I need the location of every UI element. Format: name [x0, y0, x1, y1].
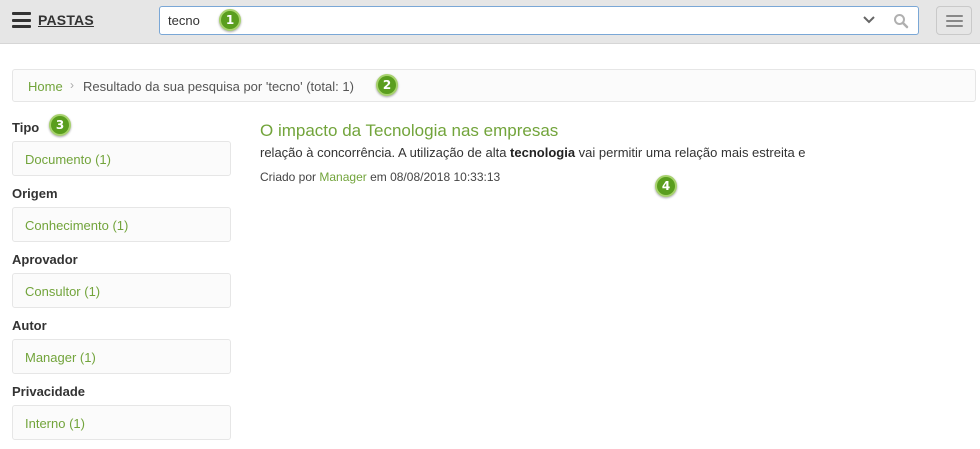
breadcrumb-current: Resultado da sua pesquisa por 'tecno' (t…	[83, 79, 354, 94]
chevron-down-icon[interactable]	[862, 14, 876, 26]
facet-link[interactable]: Documento (1)	[25, 152, 111, 167]
breadcrumb: Home › Resultado da sua pesquisa por 'te…	[12, 69, 976, 102]
facet-title-privacidade: Privacidade	[12, 384, 85, 399]
facet-link[interactable]: Consultor (1)	[25, 284, 100, 299]
snippet-text: relação à concorrência. A utilização de …	[260, 145, 511, 160]
facet-title-tipo: Tipo	[12, 120, 40, 135]
facet-item-interno[interactable]: Interno (1)	[12, 405, 231, 440]
snippet-text: vai permitir uma relação mais estreita e	[575, 145, 806, 160]
author-link[interactable]: Manager	[319, 170, 366, 184]
marker-badge: 3	[49, 114, 71, 136]
hamburger-button[interactable]	[936, 6, 972, 35]
marker-badge: 4	[655, 175, 677, 197]
breadcrumb-separator: ›	[70, 78, 74, 92]
brand-link[interactable]: PASTAS	[38, 12, 94, 28]
search-box[interactable]	[159, 6, 919, 35]
result-meta: Criado por Manager em 08/08/2018 10:33:1…	[260, 170, 500, 184]
result-title-link[interactable]: O impacto da Tecnologia nas empresas	[260, 121, 558, 141]
search-icon[interactable]	[893, 13, 909, 29]
facet-link[interactable]: Conhecimento (1)	[25, 218, 128, 233]
facet-link[interactable]: Interno (1)	[25, 416, 85, 431]
facet-item-conhecimento[interactable]: Conhecimento (1)	[12, 207, 231, 242]
facet-item-documento[interactable]: Documento (1)	[12, 141, 231, 176]
facet-title-origem: Origem	[12, 186, 58, 201]
facet-title-aprovador: Aprovador	[12, 252, 78, 267]
hamburger-icon	[946, 15, 963, 17]
meta-prefix: Criado por	[260, 170, 320, 184]
result-snippet: relação à concorrência. A utilização de …	[260, 145, 806, 160]
search-input[interactable]	[168, 7, 848, 34]
menu-icon[interactable]	[12, 12, 31, 28]
marker-badge: 2	[376, 74, 398, 96]
snippet-highlight: tecnologia	[510, 145, 576, 160]
meta-date: em 08/08/2018 10:33:13	[366, 170, 501, 184]
facet-link[interactable]: Manager (1)	[25, 350, 96, 365]
marker-badge: 1	[219, 9, 241, 31]
facet-title-autor: Autor	[12, 318, 47, 333]
top-bar: PASTAS	[0, 0, 980, 44]
breadcrumb-home-link[interactable]: Home	[28, 79, 63, 94]
facet-item-consultor[interactable]: Consultor (1)	[12, 273, 231, 308]
facet-item-manager[interactable]: Manager (1)	[12, 339, 231, 374]
